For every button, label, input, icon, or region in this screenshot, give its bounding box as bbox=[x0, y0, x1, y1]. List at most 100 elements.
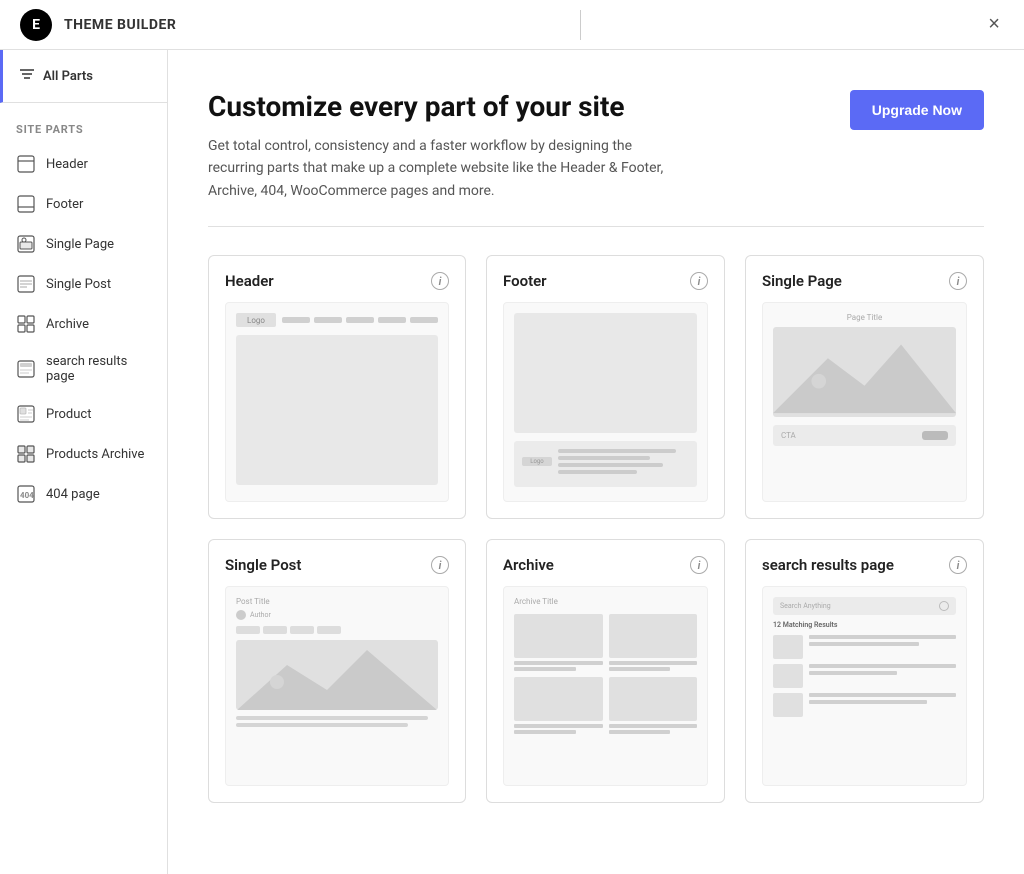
footer-icon bbox=[16, 194, 36, 214]
single-post-card-preview: Post Title Author bbox=[225, 586, 449, 786]
single-page-card-title: Single Page bbox=[762, 272, 842, 290]
footer-line-1 bbox=[558, 449, 676, 453]
search-icon-preview bbox=[939, 601, 949, 611]
sidebar-item-single-page[interactable]: Single Page bbox=[0, 224, 167, 264]
svg-text:404: 404 bbox=[20, 491, 34, 500]
footer-preview-body bbox=[514, 313, 697, 433]
site-parts-label: SITE PARTS bbox=[0, 103, 167, 144]
single-post-card[interactable]: Single Post i Post Title Author bbox=[208, 539, 466, 803]
nav-line-4 bbox=[378, 317, 406, 323]
card-header-archive: Archive i bbox=[503, 556, 708, 574]
search-results-card-title: search results page bbox=[762, 556, 894, 574]
results-count: 12 Matching Results bbox=[773, 621, 956, 629]
preview-nav bbox=[282, 317, 438, 323]
archive-thumb-2 bbox=[609, 614, 698, 658]
sidebar-item-single-post[interactable]: Single Post bbox=[0, 264, 167, 304]
result-item-1 bbox=[773, 635, 956, 659]
archive-item-3 bbox=[514, 677, 603, 734]
topbar: E THEME BUILDER × bbox=[0, 0, 1024, 50]
post-mountain-svg bbox=[236, 640, 438, 710]
all-parts-button[interactable]: All Parts bbox=[0, 50, 167, 103]
main-content: Customize every part of your site Get to… bbox=[168, 50, 1024, 874]
archive-grid bbox=[514, 614, 697, 734]
footer-card-preview: Logo bbox=[503, 302, 708, 502]
result-line-3a bbox=[809, 693, 956, 697]
search-results-card-preview: Search Anything 12 Matching Results bbox=[762, 586, 967, 786]
author-avatar bbox=[236, 610, 246, 620]
sidebar-item-archive[interactable]: Archive bbox=[0, 304, 167, 344]
sidebar-item-product[interactable]: Product bbox=[0, 394, 167, 434]
header-card[interactable]: Header i Logo bbox=[208, 255, 466, 519]
footer-preview-lines bbox=[558, 449, 689, 474]
preview-logo: Logo bbox=[236, 313, 276, 327]
post-preview-title: Post Title bbox=[236, 597, 438, 606]
footer-preview-bar: Logo bbox=[514, 441, 697, 487]
elementor-logo: E bbox=[20, 9, 52, 41]
sidebar-item-products-archive[interactable]: Products Archive bbox=[0, 434, 167, 474]
archive-line-4b bbox=[609, 730, 671, 734]
search-bar-preview: Search Anything bbox=[773, 597, 956, 615]
archive-line-1b bbox=[514, 667, 576, 671]
sidebar-item-search-results[interactable]: search results page bbox=[0, 344, 167, 394]
result-lines-1 bbox=[809, 635, 956, 659]
archive-line-2a bbox=[609, 661, 698, 665]
post-author-name: Author bbox=[250, 611, 271, 619]
sidebar-item-404-label: 404 page bbox=[46, 487, 100, 502]
header-card-preview: Logo bbox=[225, 302, 449, 502]
divider bbox=[208, 226, 984, 227]
footer-card-info[interactable]: i bbox=[690, 272, 708, 290]
single-page-card-info[interactable]: i bbox=[949, 272, 967, 290]
result-thumb-3 bbox=[773, 693, 803, 717]
footer-card[interactable]: Footer i Logo bbox=[486, 255, 725, 519]
product-icon bbox=[16, 404, 36, 424]
404-icon: 404 bbox=[16, 484, 36, 504]
result-thumb-1 bbox=[773, 635, 803, 659]
sidebar-item-footer[interactable]: Footer bbox=[0, 184, 167, 224]
sidebar-item-header-label: Header bbox=[46, 157, 88, 172]
post-line-1 bbox=[236, 716, 428, 720]
card-header-search-results: search results page i bbox=[762, 556, 967, 574]
header-card-info[interactable]: i bbox=[431, 272, 449, 290]
main-description: Get total control, consistency and a fas… bbox=[208, 135, 688, 202]
sidebar-item-product-label: Product bbox=[46, 407, 91, 422]
footer-line-3 bbox=[558, 463, 663, 467]
app-title: THEME BUILDER bbox=[64, 17, 176, 33]
archive-card-info[interactable]: i bbox=[690, 556, 708, 574]
all-parts-label: All Parts bbox=[43, 69, 93, 84]
main-layout: All Parts SITE PARTS Header Footer bbox=[0, 50, 1024, 874]
post-author-row: Author bbox=[236, 610, 438, 620]
archive-item-2 bbox=[609, 614, 698, 671]
sidebar-item-404[interactable]: 404 404 page bbox=[0, 474, 167, 514]
archive-card-preview: Archive Title bbox=[503, 586, 708, 786]
card-header-header: Header i bbox=[225, 272, 449, 290]
result-lines-2 bbox=[809, 664, 956, 688]
products-archive-icon bbox=[16, 444, 36, 464]
search-results-card[interactable]: search results page i Search Anything 12… bbox=[745, 539, 984, 803]
archive-line-4a bbox=[609, 724, 698, 728]
post-tags-row bbox=[236, 626, 438, 634]
search-results-icon bbox=[16, 359, 36, 379]
nav-line-5 bbox=[410, 317, 438, 323]
search-results-card-info[interactable]: i bbox=[949, 556, 967, 574]
tag-2 bbox=[263, 626, 287, 634]
result-line-1a bbox=[809, 635, 956, 639]
sidebar-item-search-results-label: search results page bbox=[46, 354, 151, 384]
cards-grid: Header i Logo bbox=[208, 255, 984, 803]
sidebar-item-products-archive-label: Products Archive bbox=[46, 447, 144, 462]
upgrade-button[interactable]: Upgrade Now bbox=[850, 90, 984, 130]
search-placeholder: Search Anything bbox=[780, 602, 831, 610]
archive-line-1a bbox=[514, 661, 603, 665]
tag-4 bbox=[317, 626, 341, 634]
sidebar-item-header[interactable]: Header bbox=[0, 144, 167, 184]
single-page-card[interactable]: Single Page i Page Title CTA bbox=[745, 255, 984, 519]
single-post-card-info[interactable]: i bbox=[431, 556, 449, 574]
archive-card[interactable]: Archive i Archive Title bbox=[486, 539, 725, 803]
close-button[interactable]: × bbox=[984, 9, 1004, 40]
single-post-card-title: Single Post bbox=[225, 556, 301, 574]
nav-line-1 bbox=[282, 317, 310, 323]
post-preview-image bbox=[236, 640, 438, 710]
archive-thumb-1 bbox=[514, 614, 603, 658]
tag-3 bbox=[290, 626, 314, 634]
single-page-preview-title: Page Title bbox=[773, 313, 956, 322]
result-line-2a bbox=[809, 664, 956, 668]
